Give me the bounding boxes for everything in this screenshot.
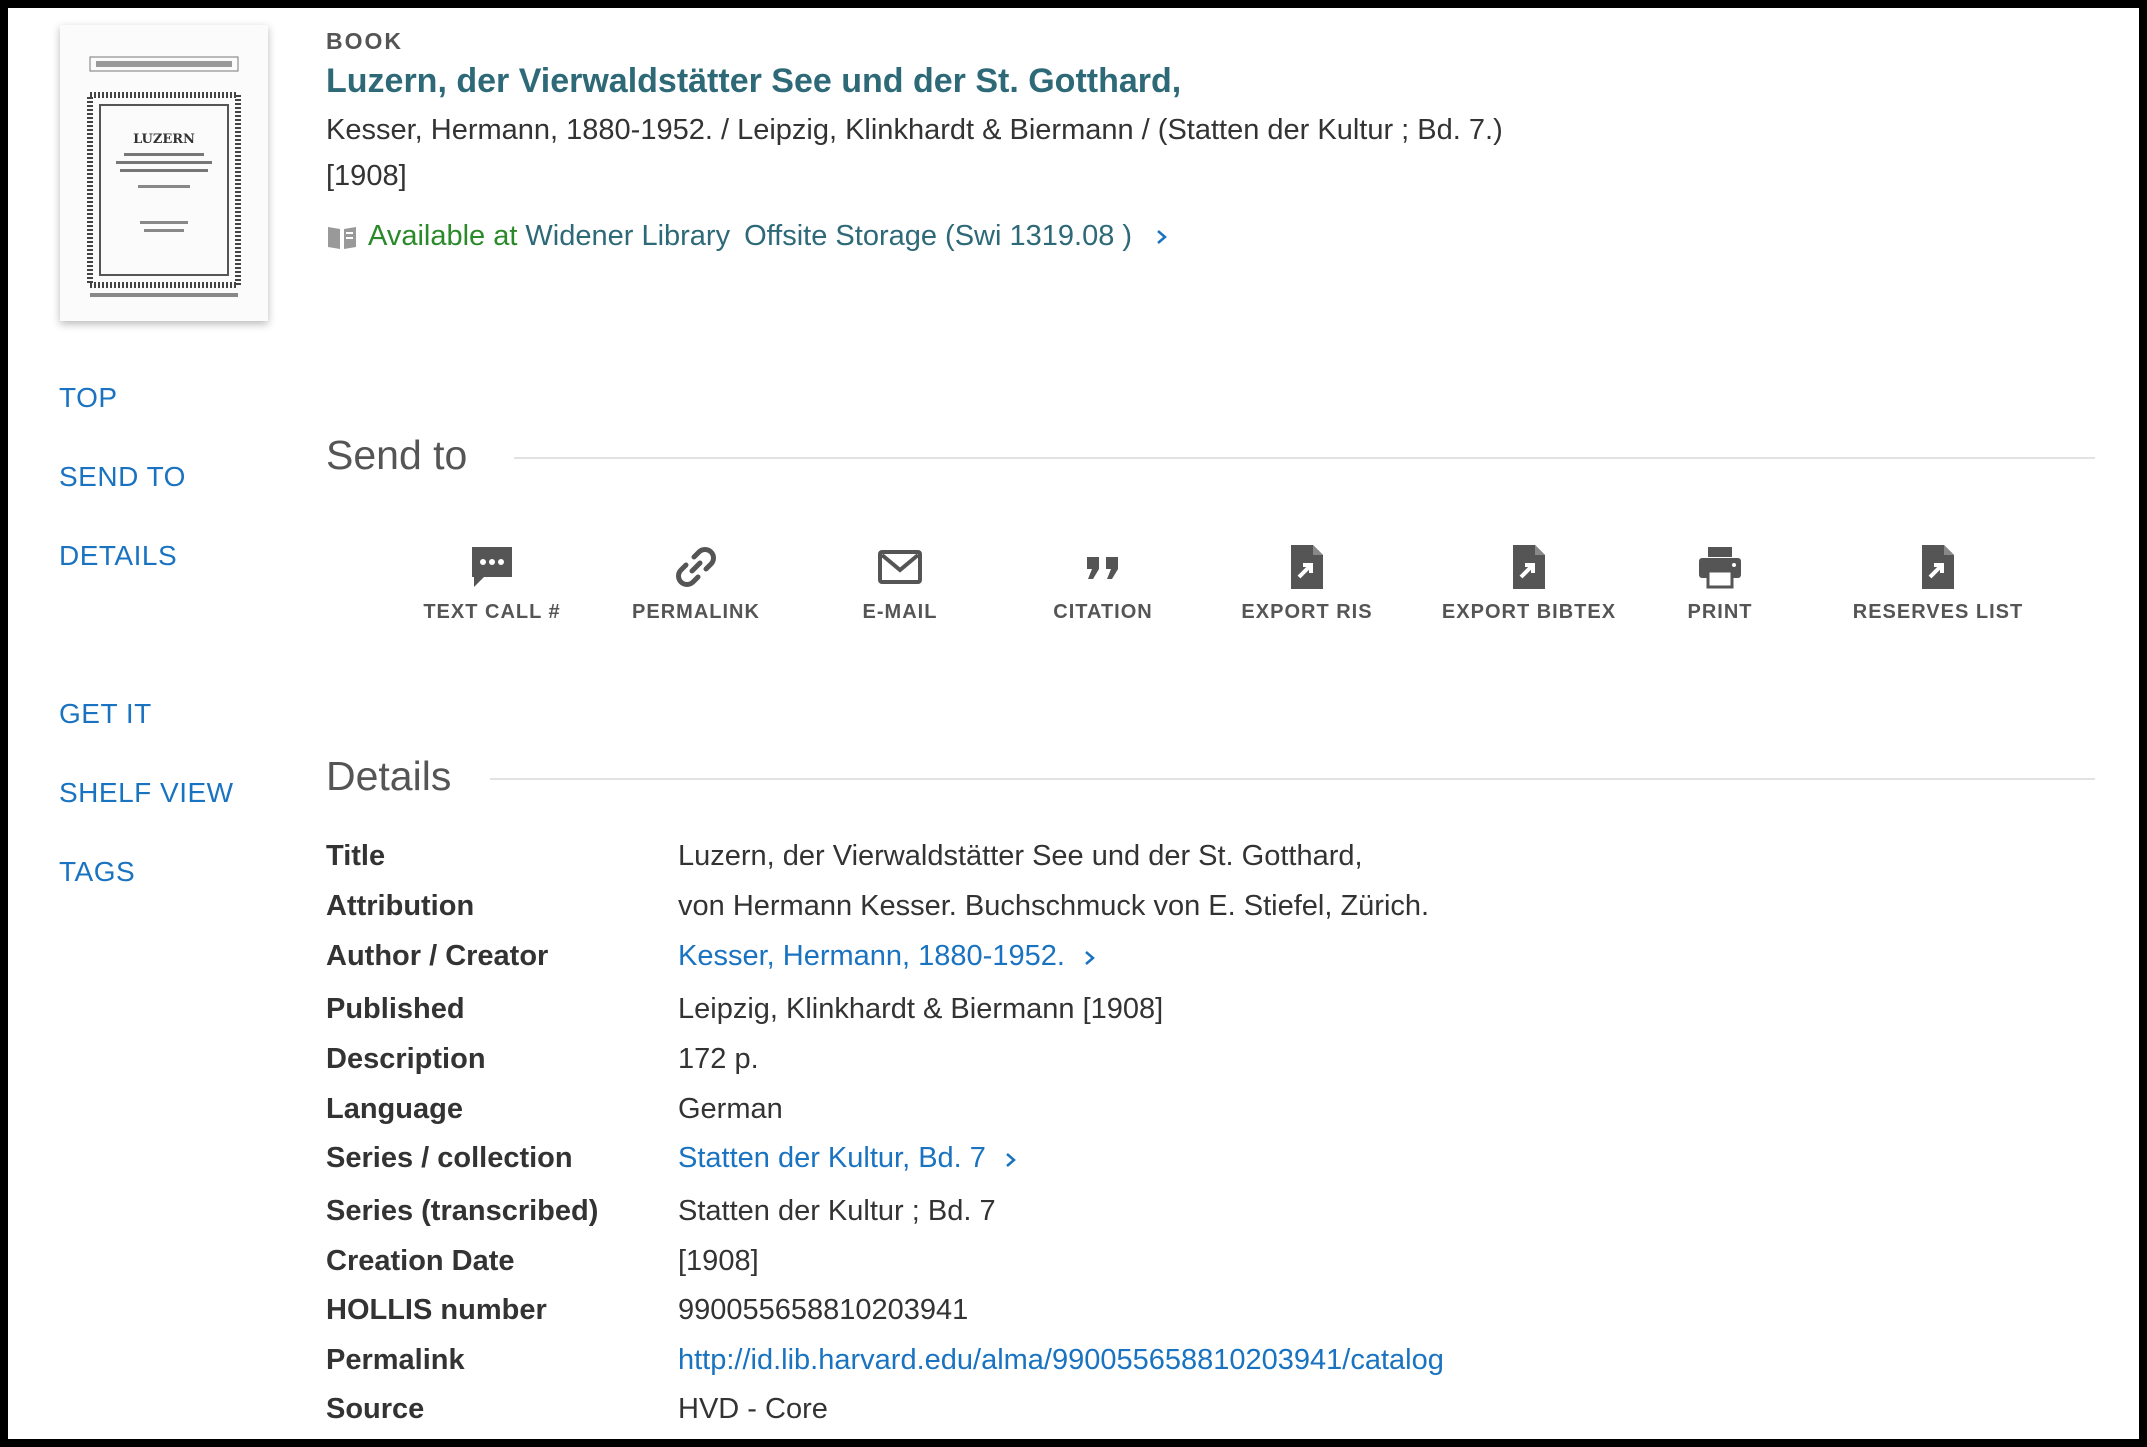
email-label: E-MAIL: [862, 601, 938, 623]
export-bibtex-button[interactable]: EXPORT BIBTEX: [1439, 543, 1619, 624]
author-link[interactable]: Kesser, Hermann, 1880-1952.: [678, 940, 1097, 973]
chevron-right-icon[interactable]: [1154, 229, 1170, 245]
book-cover-image: LUZERN: [60, 25, 268, 321]
detail-value: von Hermann Kesser. Buchschmuck von E. S…: [678, 890, 1430, 922]
detail-value: German: [678, 1093, 783, 1125]
detail-key: Creation Date: [326, 1245, 515, 1277]
export-ris-button[interactable]: EXPORT RIS: [1217, 543, 1397, 624]
detail-value: HVD - Core: [678, 1393, 828, 1425]
chevron-right-icon: [1006, 1153, 1016, 1167]
detail-key: Title: [326, 840, 386, 872]
series-link[interactable]: Statten der Kultur, Bd. 7: [678, 1142, 1018, 1175]
record-date: [1908]: [326, 160, 407, 192]
record-title-link[interactable]: Luzern, der Vierwaldstätter See und der …: [326, 62, 1181, 101]
details-heading: Details: [326, 753, 452, 799]
permalink-button[interactable]: PERMALINK: [606, 543, 786, 624]
availability-line[interactable]: Available at Widener Library Offsite Sto…: [326, 220, 1170, 253]
detail-key: Attribution: [326, 890, 475, 922]
chevron-right-icon: [1085, 951, 1095, 965]
detail-value: 990055658810203941: [678, 1294, 969, 1326]
detail-value: Statten der Kultur ; Bd. 7: [678, 1195, 996, 1227]
nav-get-it[interactable]: GET IT: [59, 698, 152, 730]
availability-location[interactable]: Offsite Storage (Swi 1319.08 ): [744, 220, 1132, 253]
author-link-text[interactable]: Kesser, Hermann, 1880-1952.: [678, 940, 1065, 972]
link-icon: [676, 547, 716, 587]
detail-key: Source: [326, 1393, 425, 1425]
nav-tags[interactable]: TAGS: [59, 856, 135, 888]
availability-library[interactable]: Widener Library: [525, 220, 730, 253]
chat-bubble-icon: [472, 547, 512, 587]
text-call-number-label: TEXT CALL #: [423, 601, 561, 623]
reserves-list-button[interactable]: RESERVES LIST: [1848, 543, 2028, 624]
book-cover-thumbnail[interactable]: LUZERN: [60, 25, 268, 321]
detail-key: Series (transcribed): [326, 1195, 599, 1227]
detail-key: HOLLIS number: [326, 1294, 547, 1326]
quote-icon: [1087, 557, 1118, 579]
file-export-icon: [1291, 545, 1323, 589]
detail-key: Description: [326, 1043, 486, 1075]
detail-value: Luzern, der Vierwaldstätter See und der …: [678, 840, 1363, 872]
series-link-text[interactable]: Statten der Kultur, Bd. 7: [678, 1142, 986, 1174]
detail-value: Leipzig, Klinkhardt & Biermann [1908]: [678, 993, 1164, 1025]
send-to-divider: [514, 457, 2095, 459]
detail-key: Published: [326, 993, 465, 1025]
reserves-list-label: RESERVES LIST: [1852, 601, 2024, 623]
send-to-heading: Send to: [326, 432, 468, 478]
nav-top[interactable]: TOP: [59, 382, 118, 414]
text-call-number-button[interactable]: TEXT CALL #: [402, 543, 582, 624]
record-author-publisher: Kesser, Hermann, 1880-1952. / Leipzig, K…: [326, 114, 1503, 146]
citation-label: CITATION: [1053, 601, 1153, 623]
export-bibtex-label: EXPORT BIBTEX: [1441, 601, 1617, 623]
print-label: PRINT: [1687, 601, 1753, 623]
nav-shelf-view[interactable]: SHELF VIEW: [59, 777, 234, 809]
detail-key: Language: [326, 1093, 463, 1125]
printer-icon: [1699, 547, 1741, 589]
file-export-icon: [1922, 545, 1954, 589]
print-button[interactable]: PRINT: [1630, 543, 1810, 624]
nav-send-to[interactable]: SEND TO: [59, 461, 186, 493]
detail-value: [1908]: [678, 1245, 759, 1277]
page-frame: LUZERN BOOK Luzern, der Vierwaldstätter …: [8, 8, 2139, 1439]
availability-status: Available at: [368, 220, 518, 252]
export-ris-label: EXPORT RIS: [1241, 601, 1373, 623]
nav-details[interactable]: DETAILS: [59, 540, 177, 572]
cover-title-text: LUZERN: [133, 132, 195, 147]
detail-value: 172 p.: [678, 1043, 759, 1075]
file-export-icon: [1513, 545, 1545, 589]
permalink-url-link[interactable]: http://id.lib.harvard.edu/alma/990055658…: [678, 1344, 1444, 1377]
envelope-icon: [878, 550, 922, 584]
detail-key: Author / Creator: [326, 940, 549, 972]
detail-key: Series / collection: [326, 1142, 573, 1174]
open-book-icon: [328, 226, 356, 249]
record-type-label: BOOK: [326, 28, 403, 54]
detail-key: Permalink: [326, 1344, 465, 1376]
email-button[interactable]: E-MAIL: [810, 543, 990, 624]
citation-button[interactable]: CITATION: [1013, 543, 1193, 624]
permalink-label: PERMALINK: [632, 601, 760, 623]
details-divider: [490, 778, 2095, 780]
